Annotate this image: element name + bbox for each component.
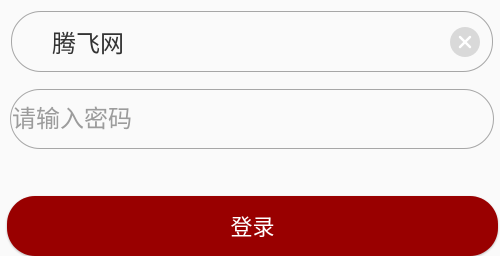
username-input[interactable] [52, 12, 442, 71]
username-field-container [11, 11, 493, 72]
close-icon [458, 35, 472, 49]
password-input[interactable] [11, 90, 481, 148]
password-field-container [10, 89, 494, 149]
clear-username-button[interactable] [450, 27, 480, 57]
login-page: 登录 [0, 0, 500, 256]
login-button[interactable]: 登录 [7, 196, 498, 256]
